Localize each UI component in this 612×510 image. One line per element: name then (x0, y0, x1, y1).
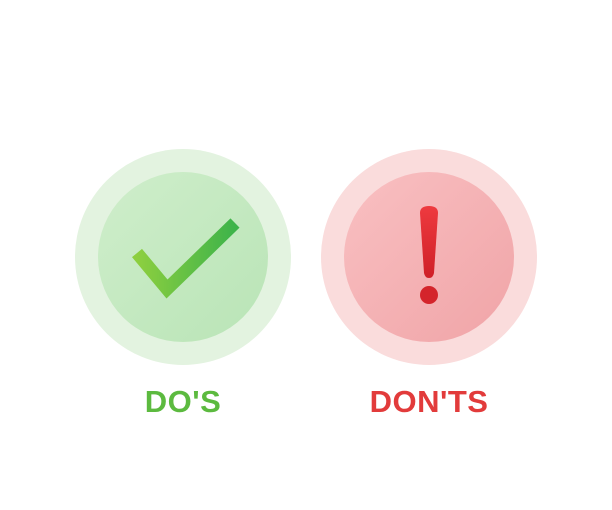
checkmark-icon (132, 218, 240, 299)
dos-label: DO'S (144, 384, 222, 419)
exclamation-icon (420, 206, 438, 304)
donts-label: DON'TS (369, 384, 489, 419)
donts-badge (321, 149, 537, 365)
dos-badge (75, 149, 291, 365)
